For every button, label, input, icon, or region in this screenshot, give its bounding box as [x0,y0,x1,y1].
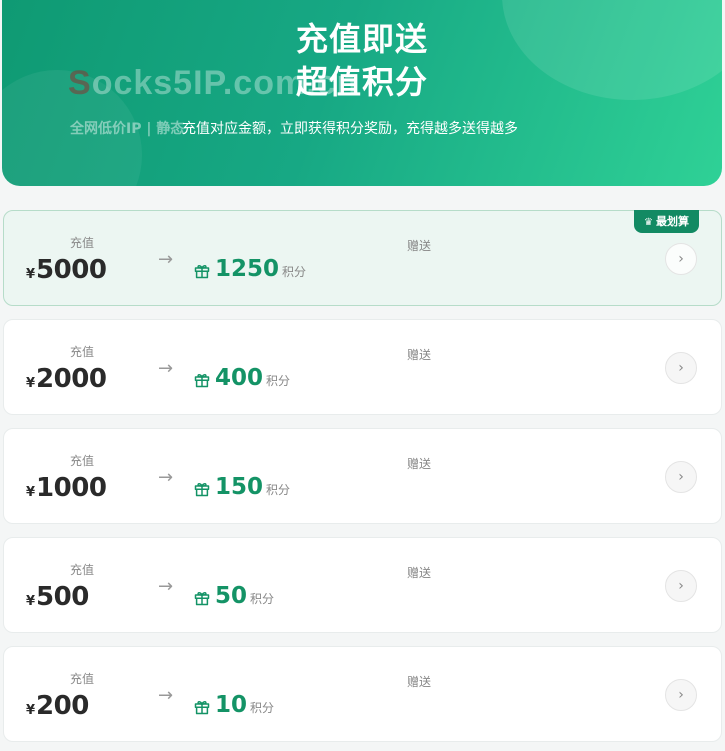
bonus: 1250 积分 [215,256,306,282]
gift-label: 赠送 [407,239,432,253]
gift-icon [194,483,210,497]
points-unit: 积分 [250,592,275,606]
gift-icon [194,374,210,388]
gift-icon [194,265,210,279]
gift-icon [194,592,210,606]
recharge-label: 充值 [70,672,95,686]
package-card-5000[interactable]: 充值 ¥5000 → 1250 积分 赠送 › ♛ 最划算 [3,210,722,306]
currency-symbol: ¥ [26,376,36,391]
gift-label: 赠送 [407,457,432,471]
price: ¥5000 [26,255,107,285]
price: ¥500 [26,582,89,612]
arrow-right-icon: → [158,358,174,379]
bonus-points: 150 [215,474,264,500]
chevron-right-icon[interactable]: › [665,461,697,493]
arrow-right-icon: → [158,249,174,270]
hero-tagline-faded: 全网低价IP | 静态 [70,121,185,137]
recharge-amount: 200 [36,691,89,721]
recharge-amount: 500 [36,582,89,612]
bonus: 50 积分 [215,583,274,609]
recharge-label: 充值 [70,454,95,468]
gift-label: 赠送 [407,566,432,580]
currency-symbol: ¥ [26,267,36,282]
recharge-label: 充值 [70,345,95,359]
bonus: 150 积分 [215,474,290,500]
best-value-badge: ♛ 最划算 [634,210,699,233]
gift-icon [194,701,210,715]
recharge-amount: 2000 [36,364,107,394]
chevron-right-icon[interactable]: › [665,352,697,384]
hero-title-line1: 充值即送 [295,20,428,58]
bonus-points: 10 [215,692,248,718]
bonus-points: 1250 [215,256,280,282]
gift-label: 赠送 [407,675,432,689]
chevron-right-icon[interactable]: › [665,243,697,275]
bonus-points: 50 [215,583,248,609]
arrow-right-icon: → [158,576,174,597]
recharge-amount: 1000 [36,473,107,503]
recharge-amount: 5000 [36,255,107,285]
hero-title-line2: 超值积分 [295,63,428,101]
points-unit: 积分 [266,374,291,388]
price: ¥200 [26,691,89,721]
package-card-2000[interactable]: 充值 ¥2000 → 400 积分 赠送 › [3,319,722,415]
points-unit: 积分 [282,265,307,279]
hero-subtitle: 充值对应金额，立即获得积分奖励，充得越多送得越多 [182,121,518,137]
points-unit: 积分 [250,701,275,715]
best-value-label: 最划算 [656,215,689,228]
hero-title: 充值即送 超值积分 [2,18,722,104]
gift-label: 赠送 [407,348,432,362]
currency-symbol: ¥ [26,485,36,500]
chevron-right-icon[interactable]: › [665,679,697,711]
package-card-1000[interactable]: 充值 ¥1000 → 150 积分 赠送 › [3,428,722,524]
currency-symbol: ¥ [26,594,36,609]
package-list: 充值 ¥5000 → 1250积分 赠送 › ♛最划算 充值 ¥2000 → [3,210,722,751]
arrow-right-icon: → [158,685,174,706]
recharge-label: 充值 [70,563,95,577]
recharge-label: 充值 [70,236,95,250]
bonus: 10 积分 [215,692,274,718]
chevron-right-icon[interactable]: › [665,570,697,602]
bonus-points: 400 [215,365,264,391]
price: ¥2000 [26,364,107,394]
bonus: 400 积分 [215,365,290,391]
hero-banner: 全网低价IP | 静态 Socks5IP.com.cn 充值即送 超值积分 充值… [2,0,722,186]
arrow-right-icon: → [158,467,174,488]
package-card-200[interactable]: 充值 ¥200 → 10 积分 赠送 › [3,646,722,742]
points-unit: 积分 [266,483,291,497]
crown-icon: ♛ [644,217,653,228]
price: ¥1000 [26,473,107,503]
package-card-500[interactable]: 充值 ¥500 → 50 积分 赠送 › [3,537,722,633]
currency-symbol: ¥ [26,703,36,718]
